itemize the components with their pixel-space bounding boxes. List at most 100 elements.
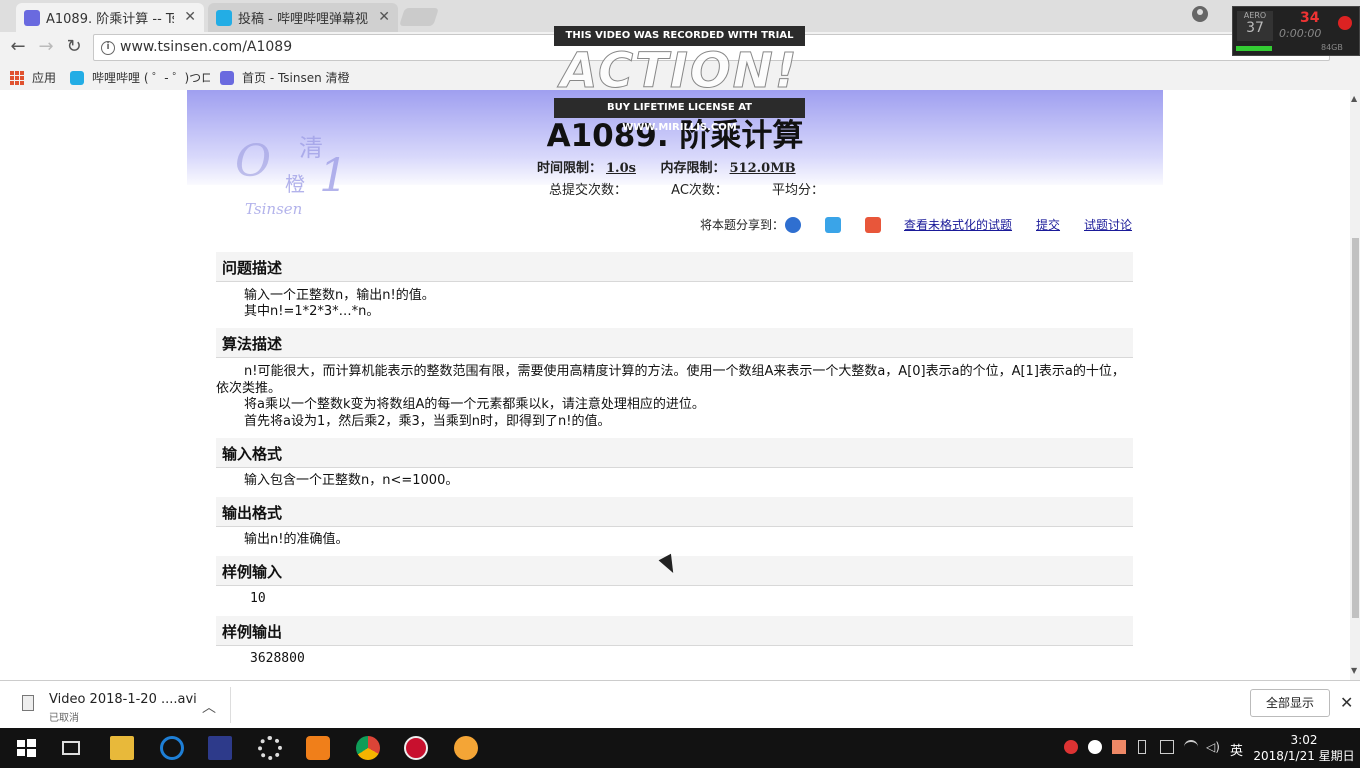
input-language[interactable]: 英 (1230, 740, 1243, 759)
recorder-size: 84GB (1321, 43, 1343, 52)
download-status: 已取消 (49, 713, 79, 724)
download-filename: Video 2018-1-20 ....avi (49, 692, 197, 707)
trial-watermark: THIS VIDEO WAS RECORDED WITH TRIAL VERSI… (554, 26, 806, 133)
scroll-thumb[interactable] (1352, 238, 1359, 618)
section-title-algorithm: 算法描述 (216, 328, 1133, 358)
tray-volume-icon[interactable]: ◁) (1206, 740, 1220, 754)
bookmark-label: 应用 (32, 71, 57, 85)
discuss-link[interactable]: 试题讨论 (1084, 216, 1132, 233)
recorder-time: 0:00:00 (1279, 27, 1322, 40)
sample-output-value: 3628800 (250, 651, 305, 666)
section-title-input-format: 输入格式 (216, 438, 1133, 468)
clock-time: 3:02 (1290, 733, 1318, 747)
ac-count-label: AC次数： (671, 183, 728, 198)
recorder-counter: 34 (1300, 10, 1320, 26)
stats-row: 总提交次数： AC次数： 平均分： (549, 179, 864, 198)
view-unformatted-link[interactable]: 查看未格式化的试题 (904, 216, 1012, 233)
bookmark-label: 首页 - Tsinsen 清橙 (242, 71, 350, 85)
tray-monitor-icon[interactable] (1160, 740, 1174, 754)
bookmark-label: 哔哩哔哩 ( ゜- ゜)つロ (92, 71, 210, 85)
file-icon (22, 695, 34, 711)
close-tab-icon[interactable]: ✕ (378, 9, 390, 25)
internet-explorer-icon[interactable] (160, 736, 184, 760)
info-icon[interactable]: i (101, 41, 115, 55)
share-label: 将本题分享到： (700, 218, 785, 232)
chevron-up-icon[interactable]: ︿ (202, 697, 216, 717)
windows-taskbar: ◁) 英 3:02 2018/1/21 星期日 (0, 728, 1360, 768)
scroll-up-arrow-icon[interactable]: ▲ (1351, 94, 1357, 103)
web-page: O 清 橙 1 Tsinsen A1089. 阶乘计算 时间限制： 1.0s 内存… (0, 90, 1350, 680)
bookmark-tsinsen[interactable]: 首页 - Tsinsen 清橙 (220, 69, 358, 86)
description-line: 其中n!=1*2*3*…*n。 (244, 304, 380, 319)
recorder-fps-box: AERO 37 (1237, 11, 1273, 41)
description-line: 输入一个正整数n，输出n!的值。 (244, 288, 435, 303)
app-bag-icon[interactable] (454, 736, 478, 760)
sample-input-value: 10 (250, 591, 266, 606)
recorder-level-bar (1236, 46, 1272, 51)
tsinsen-favicon-icon (220, 70, 234, 85)
limits-row: 时间限制： 1.0s 内存限制： 512.0MB (537, 157, 816, 176)
qzone-share-icon[interactable] (825, 217, 841, 233)
windows-start-icon[interactable] (14, 736, 38, 760)
recorder-label: AERO (1243, 11, 1267, 20)
close-download-bar-icon[interactable]: ✕ (1340, 693, 1353, 712)
recorder-fps: 37 (1246, 20, 1264, 36)
action-recorder-icon[interactable] (404, 736, 428, 760)
bookmark-apps[interactable]: 应用 (10, 69, 56, 86)
trial-logo-text: ACTION! (560, 43, 799, 99)
time-limit-value: 1.0s (606, 161, 636, 176)
tsinsen-favicon-icon (24, 9, 40, 26)
page-scrollbar[interactable]: ▲ ▼ (1350, 90, 1360, 680)
download-item[interactable]: Video 2018-1-20 ....avi 已取消 ︿ (18, 689, 230, 724)
section-title-sample-output: 样例输出 (216, 616, 1133, 646)
tray-r-icon[interactable] (1064, 740, 1078, 754)
divider (230, 687, 231, 723)
memory-limit-label: 内存限制： (660, 161, 726, 176)
download-bar: Video 2018-1-20 ....avi 已取消 ︿ 全部显示 ✕ (0, 680, 1360, 728)
new-tab-button[interactable] (399, 8, 439, 26)
reload-icon[interactable]: ↻ (64, 37, 84, 57)
trial-bottom-text: BUY LIFETIME LICENSE AT WWW.MIRILLIS.COM (554, 98, 805, 133)
settings-gear-icon[interactable] (258, 736, 282, 760)
forward-arrow-icon[interactable]: → (36, 37, 56, 57)
tab-a1089[interactable]: A1089. 阶乘计算 -- Tsin ✕ (16, 3, 204, 32)
algorithm-line: n!可能很大，而计算机能表示的整数范围有限，需要使用高精度计算的方法。使用一个数… (216, 364, 1125, 396)
profile-icon[interactable] (1192, 6, 1208, 22)
bilibili-favicon-icon (70, 70, 84, 85)
tab-bilibili[interactable]: 投稿 - 哔哩哔哩弹幕视频 ✕ (208, 3, 398, 32)
algorithm-line: 将a乘以一个整数k变为将数组A的每一个元素都乘以k，请注意处理相应的进位。 (244, 397, 705, 412)
logo-text: Tsinsen (245, 200, 303, 218)
logo-digit: 1 (319, 148, 349, 202)
input-format-line: 输入包含一个正整数n，n<=1000。 (244, 473, 459, 488)
algorithm-line: 首先将a设为1，然后乘2，乘3，当乘到n时，即得到了n!的值。 (244, 414, 611, 429)
dev-cpp-icon[interactable] (208, 736, 232, 760)
tray-qq-icon[interactable] (1088, 740, 1102, 754)
apps-grid-icon (10, 70, 24, 85)
tray-battery-icon[interactable] (1138, 740, 1146, 754)
weibo-share-icon[interactable] (865, 217, 881, 233)
avg-score-label: 平均分： (772, 183, 825, 198)
tab-label: A1089. 阶乘计算 -- Tsin (46, 12, 174, 27)
total-submissions-label: 总提交次数： (549, 183, 628, 198)
clock-date: 2018/1/21 星期日 (1253, 749, 1355, 763)
back-arrow-icon[interactable]: ← (8, 37, 28, 57)
logo-char: 橙 (285, 172, 305, 196)
show-all-downloads-button[interactable]: 全部显示 (1250, 689, 1330, 717)
taskbar-clock[interactable]: 3:02 2018/1/21 星期日 (1252, 732, 1356, 764)
renren-share-icon[interactable] (785, 217, 801, 233)
scroll-down-arrow-icon[interactable]: ▼ (1351, 666, 1357, 675)
record-button-icon[interactable] (1338, 16, 1352, 30)
tray-wifi-icon[interactable] (1184, 740, 1198, 754)
bookmark-bilibili[interactable]: 哔哩哔哩 ( ゜- ゜)つロ (70, 69, 210, 86)
section-title-description: 问题描述 (216, 252, 1133, 282)
app-orange-icon[interactable] (306, 736, 330, 760)
task-view-icon[interactable] (62, 741, 80, 755)
close-tab-icon[interactable]: ✕ (184, 9, 196, 25)
tray-app-icon[interactable] (1112, 740, 1126, 754)
file-explorer-icon[interactable] (110, 736, 134, 760)
submit-link[interactable]: 提交 (1036, 216, 1060, 233)
time-limit-label: 时间限制： (537, 161, 603, 176)
output-format-line: 输出n!的准确值。 (244, 532, 349, 547)
chrome-icon[interactable] (356, 736, 380, 760)
url-text: www.tsinsen.com/A1089 (120, 39, 293, 55)
